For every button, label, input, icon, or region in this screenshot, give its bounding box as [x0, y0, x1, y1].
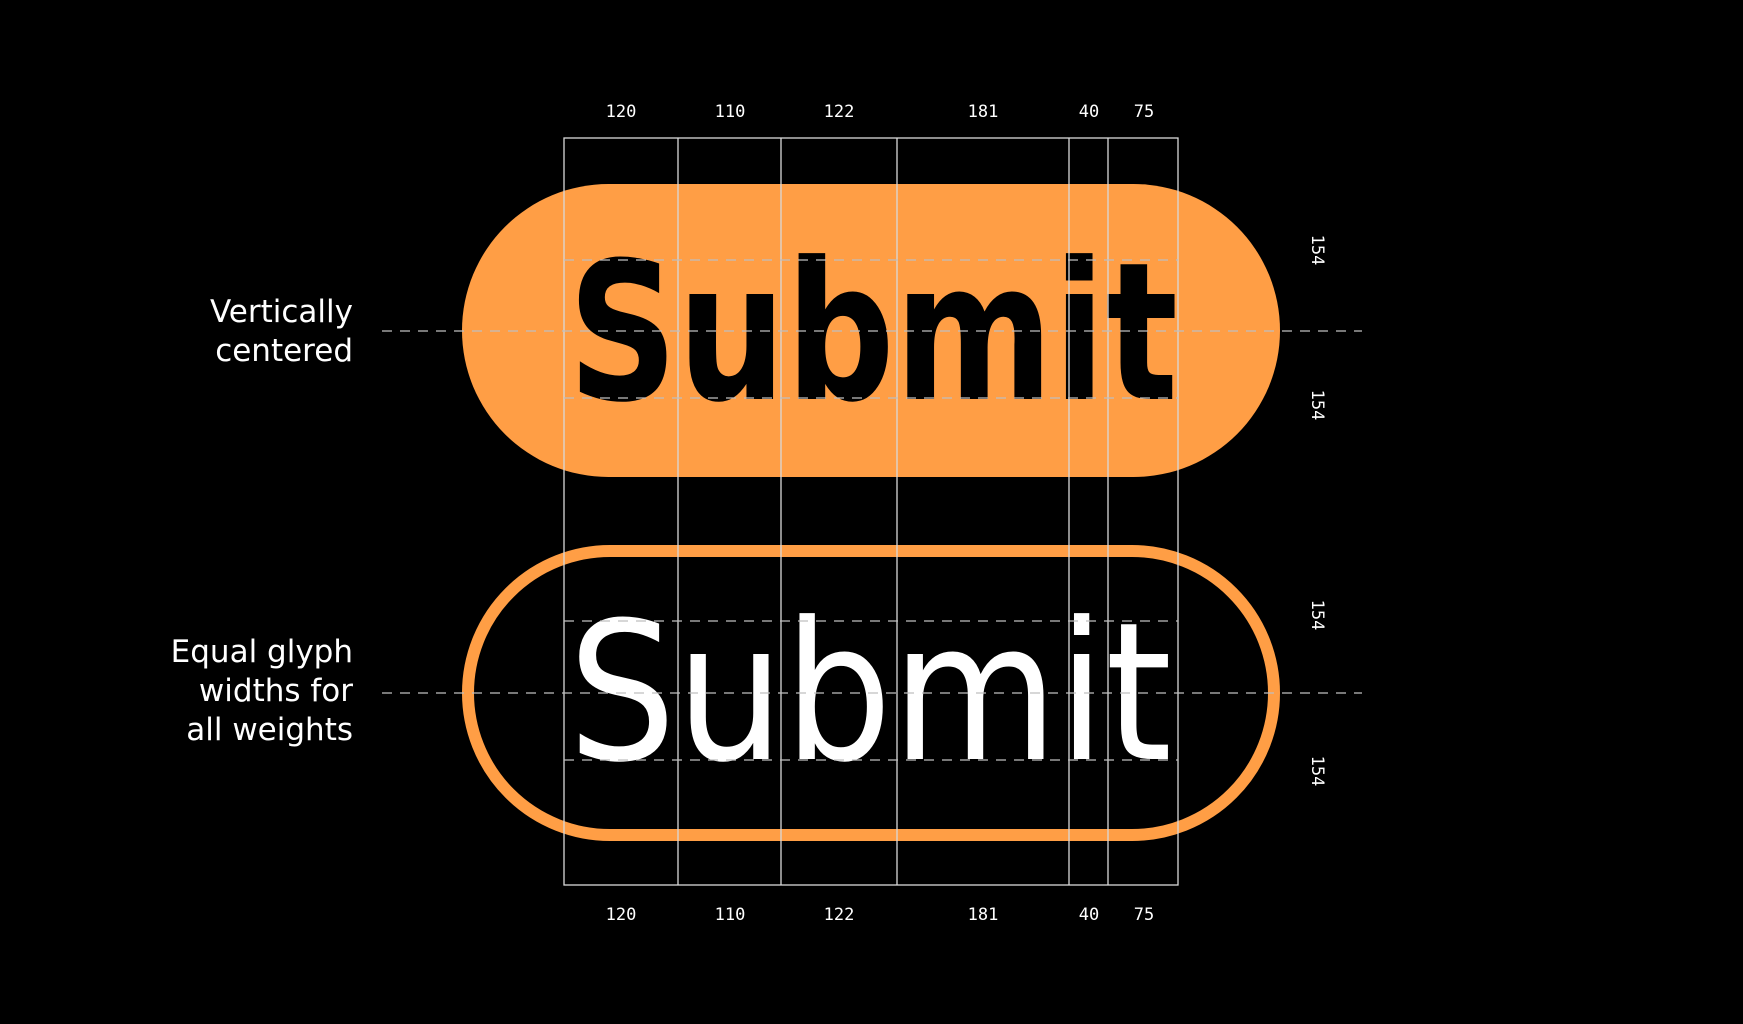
column-width-bottom: 120	[606, 905, 637, 925]
column-width-top: 40	[1079, 102, 1099, 122]
column-width-top: 75	[1134, 102, 1154, 122]
column-width-top: 120	[606, 102, 637, 122]
column-width-top: 181	[968, 102, 999, 122]
column-width-bottom: 75	[1134, 905, 1154, 925]
column-width-bottom: 40	[1079, 905, 1099, 925]
filled-button-label: Submit	[568, 222, 1178, 445]
column-width-bottom: 181	[968, 905, 999, 925]
vertical-spacing-label: 154	[1307, 235, 1327, 266]
equal-widths-label-line-3: all weights	[186, 712, 353, 748]
vertical-spacing-label: 154	[1307, 600, 1327, 631]
vertical-spacing-label: 154	[1307, 756, 1327, 787]
vertically-centered-label-line-1: Vertically	[210, 294, 353, 330]
vertically-centered-label-line-2: centered	[215, 333, 353, 369]
column-width-top: 110	[715, 102, 746, 122]
equal-widths-label-line-2: widths for	[199, 673, 353, 709]
vertical-spacing-label: 154	[1307, 390, 1327, 421]
glyph-width-diagram: Submit Submit Vertically centered Equal …	[171, 102, 1362, 925]
column-width-bottom: 110	[715, 905, 746, 925]
column-width-bottom: 122	[824, 905, 855, 925]
equal-widths-label-line-1: Equal glyph	[171, 634, 353, 670]
column-width-top: 122	[824, 102, 855, 122]
